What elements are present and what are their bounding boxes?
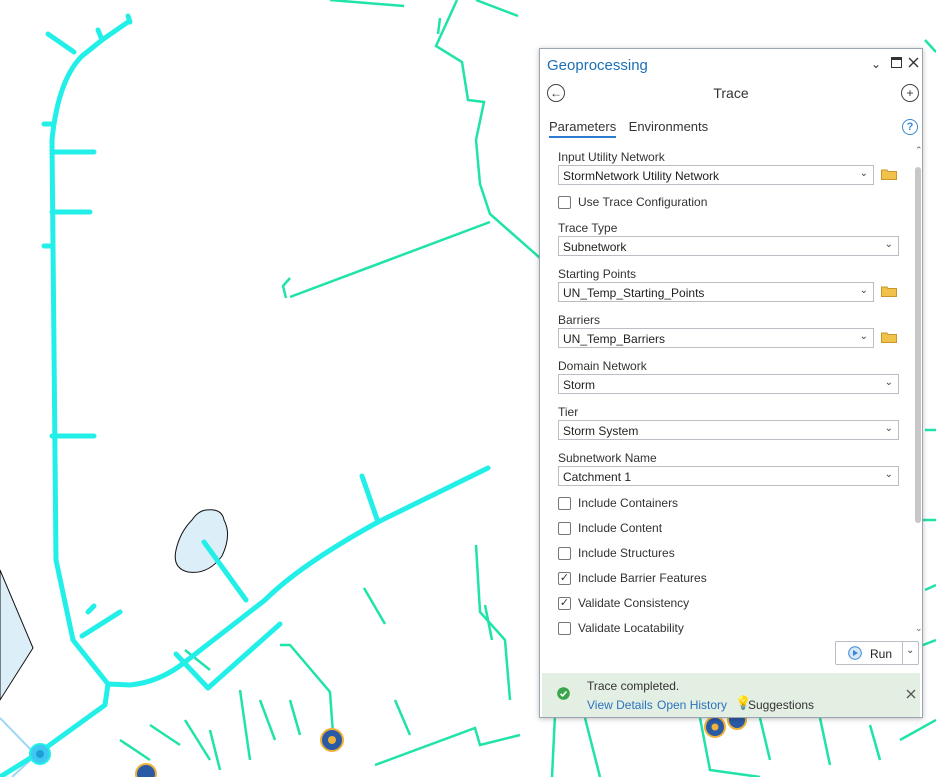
checkmark-icon: ✓ [558,572,571,585]
chevron-down-icon: ⌄ [859,285,868,296]
scroll-up-icon[interactable]: ⌃ [915,145,923,156]
barriers-value: UN_Temp_Barriers [563,332,666,346]
chevron-down-icon: ⌄ [884,239,893,250]
checkbox-box [558,547,571,560]
tier-label: Tier [558,405,579,419]
domain-network-value: Storm [563,378,596,392]
run-button[interactable]: Run ⌄ [835,641,919,665]
folder-icon[interactable] [881,169,897,180]
checkbox-box [558,522,571,535]
chevron-down-icon: ⌄ [884,423,893,434]
checkbox-label: Validate Consistency [578,596,690,610]
barriers-label: Barriers [558,313,601,327]
starting-points-value: UN_Temp_Starting_Points [563,286,705,300]
domain-network-dropdown[interactable]: Storm ⌄ [558,374,899,394]
tier-value: Storm System [563,424,639,438]
maximize-icon[interactable] [889,57,903,71]
trace-type-value: Subnetwork [563,240,627,254]
chevron-down-icon: ⌄ [884,469,893,480]
tab-environments[interactable]: Environments [629,119,708,136]
checkbox-box [558,497,571,510]
tier-dropdown[interactable]: Storm System ⌄ [558,420,899,440]
checkbox-label: Include Content [578,521,663,535]
geoprocessing-pane: Geoprocessing ⌄ ← Trace + Parameters Env… [539,48,923,718]
manhole-point[interactable] [704,716,726,738]
scroll-down-icon[interactable]: ⌄ [915,623,923,634]
subnetwork-name-dropdown[interactable]: Catchment 1 ⌄ [558,466,899,486]
split-divider [902,642,903,664]
checkbox-box [558,622,571,635]
parameters-scrollbar[interactable]: ⌃ ⌄ [912,145,924,637]
tool-name: Trace [713,85,749,101]
trace-result-lines [0,13,491,777]
pane-titlebar: Geoprocessing ⌄ [540,49,922,79]
scrollbar-thumb[interactable] [915,167,921,523]
domain-network-label: Domain Network [558,359,647,373]
help-icon[interactable]: ? [902,119,918,135]
checkbox-label: Use Trace Configuration [578,195,708,209]
input-network-dropdown[interactable]: StormNetwork Utility Network ⌄ [558,165,874,185]
folder-icon[interactable] [881,332,897,343]
success-icon [557,687,570,700]
trace-type-label: Trace Type [558,221,618,235]
open-history-link[interactable]: Open History [657,698,727,712]
close-icon[interactable] [906,689,916,699]
subnetwork-name-label: Subnetwork Name [558,451,657,465]
input-network-label: Input Utility Network [558,150,665,164]
chevron-down-icon: ⌄ [859,331,868,342]
pond-polygon [0,569,34,701]
tab-parameters[interactable]: Parameters [549,119,617,138]
add-icon[interactable]: + [901,84,919,102]
checkbox-label: Include Barrier Features [578,571,707,585]
starting-points-label: Starting Points [558,267,637,281]
parameters-list: Input Utility Network StormNetwork Utili… [540,145,912,637]
tab-bar: Parameters Environments [549,118,716,140]
play-icon [848,646,862,660]
checkbox-box [558,196,571,209]
view-details-link[interactable]: View Details [587,698,653,712]
starting-points-dropdown[interactable]: UN_Temp_Starting_Points ⌄ [558,282,874,302]
chevron-down-icon[interactable]: ⌄ [869,57,883,71]
starting-point[interactable] [29,743,51,765]
pane-title: Geoprocessing [547,57,648,74]
manhole-point[interactable] [135,763,157,777]
suggestions-link[interactable]: Suggestions [748,698,814,712]
checkbox-label: Include Structures [578,546,675,560]
checkbox-label: Validate Locatability [578,621,684,635]
close-icon[interactable] [906,57,920,71]
status-message: Trace completed. [587,679,680,693]
checkbox-label: Include Containers [578,496,679,510]
trace-type-dropdown[interactable]: Subnetwork ⌄ [558,236,899,256]
manhole-point[interactable] [320,728,344,752]
input-network-value: StormNetwork Utility Network [563,169,720,183]
chevron-down-icon: ⌄ [884,377,893,388]
status-bar: Trace completed. View Details Open Histo… [542,673,920,717]
subnetwork-name-value: Catchment 1 [563,470,632,484]
run-label: Run [870,647,893,661]
folder-icon[interactable] [881,286,897,297]
chevron-down-icon: ⌄ [859,168,868,179]
chevron-down-icon[interactable]: ⌄ [906,645,914,656]
barriers-dropdown[interactable]: UN_Temp_Barriers ⌄ [558,328,874,348]
checkmark-icon: ✓ [558,597,571,610]
